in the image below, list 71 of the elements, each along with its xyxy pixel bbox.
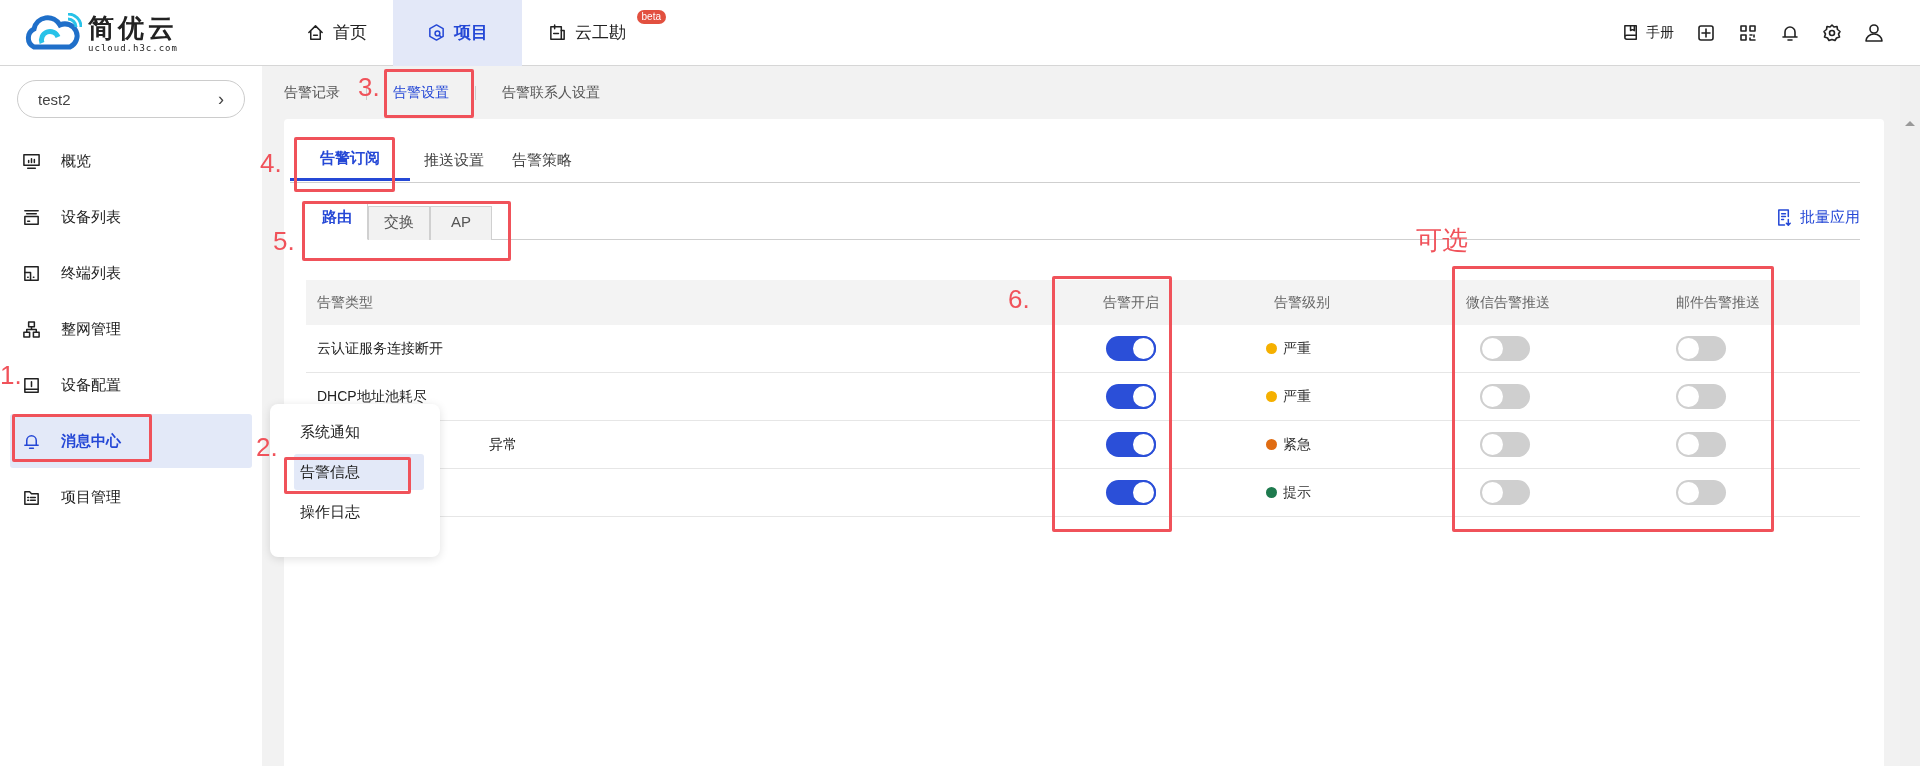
sidebar-item[interactable]: 消息中心	[10, 414, 252, 468]
table-cell: 云认证服务连接断开	[317, 339, 443, 356]
column-header: 微信告警推送	[1466, 293, 1550, 310]
column-header: 告警类型	[317, 293, 373, 310]
column-header: 告警开启	[1103, 293, 1159, 310]
monitor-icon	[22, 151, 41, 171]
scroll-up-icon[interactable]	[1905, 121, 1915, 126]
column-header: 告警级别	[1274, 293, 1330, 310]
annotation-label: 2.	[256, 432, 278, 462]
sidebar-item[interactable]: 设备列表	[22, 190, 252, 244]
network-icon	[22, 319, 41, 339]
tab[interactable]: 告警订阅	[290, 139, 410, 181]
device-tab[interactable]: 交换	[368, 206, 430, 240]
toggle-switch[interactable]	[1106, 480, 1156, 505]
toggle-switch[interactable]	[1676, 480, 1726, 505]
toggle-switch[interactable]	[1480, 480, 1530, 505]
panel-icon	[22, 375, 41, 395]
level-text: 紧急	[1283, 435, 1311, 454]
tab[interactable]: 推送设置	[410, 139, 498, 181]
annotation-label: 1.	[0, 360, 22, 390]
toggle-switch[interactable]	[1480, 384, 1530, 409]
sidebar-item[interactable]: 设备配置	[22, 358, 252, 412]
toggle-switch[interactable]	[1676, 432, 1726, 457]
toggle-switch[interactable]	[1480, 432, 1530, 457]
settings-icon[interactable]	[1822, 22, 1842, 43]
submenu-item[interactable]: 系统通知	[294, 414, 424, 450]
device-tab[interactable]: AP	[430, 206, 492, 240]
home-icon	[306, 23, 325, 42]
toggle-switch[interactable]	[1676, 384, 1726, 409]
annotation-label: 6.	[1008, 284, 1030, 314]
add-icon[interactable]	[1696, 22, 1716, 43]
page-tab[interactable]: 告警联系人设置	[502, 83, 600, 102]
qr-code-icon[interactable]	[1738, 22, 1758, 43]
beta-badge: beta	[636, 9, 666, 24]
sidebar-item[interactable]: 项目管理	[22, 470, 252, 524]
nav-tab[interactable]: 项目	[393, 0, 522, 66]
logo-url: ucloud.h3c.com	[88, 42, 178, 53]
annotation-label: 可选	[1416, 225, 1468, 255]
terminal-icon	[22, 263, 41, 283]
sidebar-item[interactable]: 整网管理	[22, 302, 252, 356]
annotation-label: 3.	[358, 72, 380, 102]
logo-title: 简优云	[88, 12, 178, 43]
hexagon-search-icon	[427, 23, 446, 42]
device-tab[interactable]: 路由	[306, 202, 368, 240]
level-text: 严重	[1283, 387, 1311, 406]
toggle-switch[interactable]	[1106, 432, 1156, 457]
column-header: 邮件告警推送	[1676, 293, 1760, 310]
table-cell: DHCP地址池耗尽	[317, 387, 427, 404]
user-icon[interactable]	[1864, 22, 1884, 43]
annotation-label: 5.	[273, 226, 295, 256]
tablet-icon	[548, 23, 567, 42]
manual-link[interactable]: 手册	[1622, 23, 1674, 42]
toggle-switch[interactable]	[1106, 336, 1156, 361]
page-tab[interactable]: 告警设置	[393, 83, 449, 102]
nav-tab[interactable]: 首页	[280, 0, 393, 66]
sidebar-item[interactable]: 终端列表	[22, 246, 252, 300]
submenu-item[interactable]: 告警信息	[294, 454, 424, 490]
sidebar-item[interactable]: 概览	[22, 134, 252, 188]
submenu-item[interactable]: 操作日志	[294, 494, 424, 530]
page-tab[interactable]: 告警记录	[284, 83, 340, 102]
table-cell-text: 异常	[488, 435, 517, 452]
annotation-label: 4.	[260, 148, 282, 178]
toggle-switch[interactable]	[1676, 336, 1726, 361]
tab[interactable]: 告警策略	[498, 139, 586, 181]
toggle-switch[interactable]	[1106, 384, 1156, 409]
level-text: 严重	[1283, 339, 1311, 358]
toggle-switch[interactable]	[1480, 336, 1530, 361]
batch-apply-button[interactable]: 批量应用	[1775, 207, 1860, 227]
level-text: 提示	[1283, 483, 1311, 502]
device-icon	[22, 207, 41, 227]
document-icon	[1775, 207, 1794, 227]
